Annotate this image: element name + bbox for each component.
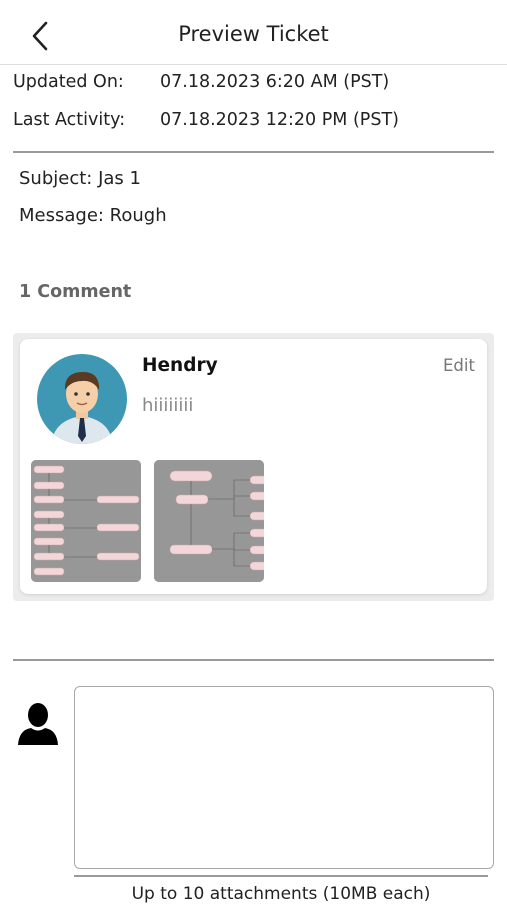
attachment-thumbnail-1[interactable] bbox=[31, 460, 141, 582]
edit-comment-button[interactable]: Edit bbox=[443, 356, 475, 375]
avatar bbox=[37, 354, 127, 444]
reply-input[interactable] bbox=[74, 686, 494, 869]
attachments-divider bbox=[74, 875, 488, 877]
current-user-icon bbox=[17, 703, 59, 747]
divider bbox=[13, 659, 494, 661]
last-activity-row: Last Activity: 07.18.2023 12:20 PM (PST) bbox=[13, 110, 399, 130]
user-avatar-icon bbox=[37, 354, 127, 444]
ticket-message: Message: Rough bbox=[19, 205, 167, 226]
flowchart-thumbnail-icon bbox=[31, 460, 141, 582]
flowchart-thumbnail-icon bbox=[154, 460, 264, 582]
user-silhouette-icon bbox=[18, 703, 58, 745]
comment-text: hiiiiiiii bbox=[142, 395, 194, 416]
attachment-thumbnail-2[interactable] bbox=[154, 460, 264, 582]
comments-count: 1 Comment bbox=[19, 282, 132, 302]
divider bbox=[13, 151, 494, 153]
updated-on-value: 07.18.2023 6:20 AM (PST) bbox=[160, 72, 390, 92]
attachments-note: Up to 10 attachments (10MB each) bbox=[131, 884, 431, 904]
ticket-subject: Subject: Jas 1 bbox=[19, 168, 141, 189]
last-activity-value: 07.18.2023 12:20 PM (PST) bbox=[160, 110, 399, 130]
last-activity-label: Last Activity: bbox=[13, 110, 126, 130]
app-header: Preview Ticket bbox=[0, 0, 507, 65]
comment-author: Hendry bbox=[142, 355, 218, 376]
page-title: Preview Ticket bbox=[178, 22, 329, 46]
updated-on-label: Updated On: bbox=[13, 72, 124, 92]
updated-on-row: Updated On: 07.18.2023 6:20 AM (PST) bbox=[13, 72, 389, 92]
